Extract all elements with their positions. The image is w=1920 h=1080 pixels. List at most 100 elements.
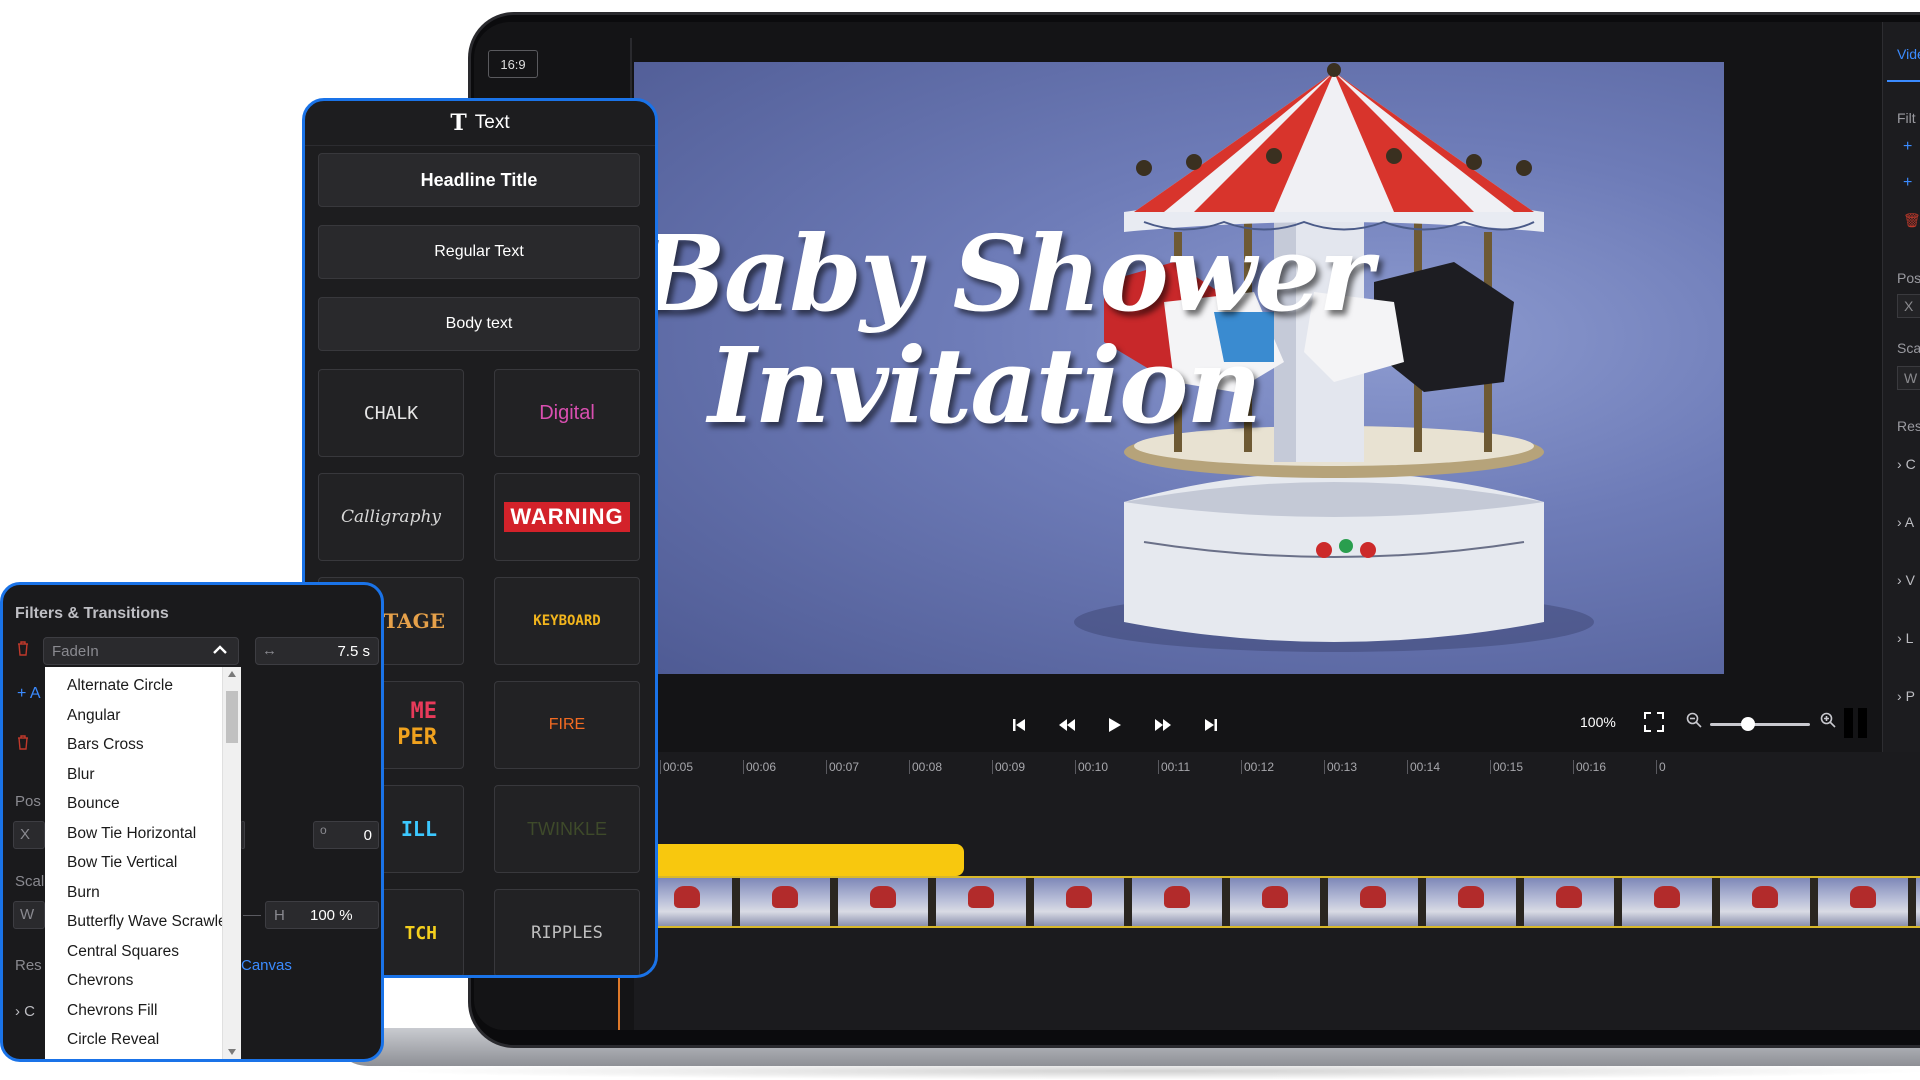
skip-to-end-icon[interactable] (1196, 710, 1226, 740)
text-panel-header: T Text (305, 101, 655, 146)
timeline-tick: 00:13 (1324, 760, 1357, 774)
preset-digital[interactable]: Digital (494, 369, 640, 457)
preset-twinkle-label: TWINKLE (526, 818, 607, 839)
scale-h-value: 100 % (310, 907, 353, 924)
transition-option[interactable]: Circle Reveal (67, 1031, 159, 1049)
collapsed-item-3[interactable]: › V (1897, 572, 1915, 588)
trash-icon[interactable] (17, 735, 29, 754)
scale-section-label: Sca (1897, 340, 1920, 356)
preview-title-line1: Baby Shower (638, 212, 1373, 335)
preset-fire-label: FIRE (548, 716, 586, 733)
play-icon[interactable] (1100, 710, 1130, 740)
filters-transitions-panel: Filters & Transitions FadeIn ↔ 7.5 s + A… (0, 582, 384, 1062)
preset-glitch-label: TCH (404, 922, 437, 944)
trash-icon[interactable] (17, 641, 31, 657)
transition-option[interactable]: Bow Tie Horizontal (67, 825, 196, 843)
video-thumbnail (1720, 878, 1810, 926)
video-thumbnail (1426, 878, 1516, 926)
timeline[interactable]: 00:05 00:06 00:07 00:08 00:09 00:10 00:11 00:12… (634, 752, 1920, 1030)
body-text-button[interactable]: Body text (318, 297, 640, 351)
resize-section-label: Res (1897, 418, 1920, 434)
add-transition-icon[interactable]: + (1903, 174, 1912, 192)
transition-option[interactable]: Chevrons Fill (67, 1002, 157, 1020)
headline-title-button[interactable]: Headline Title (318, 153, 640, 207)
collapsed-section[interactable]: › C (15, 1003, 35, 1020)
rotation-field[interactable]: o 0 (313, 821, 379, 849)
position-section-label: Pos (1897, 270, 1920, 286)
transition-option[interactable]: Bounce (67, 795, 120, 813)
preset-chalk[interactable]: CHALK (318, 369, 464, 457)
collapsed-item-5[interactable]: › P (1897, 688, 1915, 704)
transition-dropdown-list[interactable]: Circle Reveal Chevrons Fill Chevrons Centra… (45, 667, 241, 1059)
scale-w-field[interactable]: W (1897, 366, 1920, 390)
aspect-ratio-button[interactable]: 16:9 (488, 50, 538, 78)
collapsed-item-4[interactable]: › L (1897, 630, 1913, 646)
text-icon: T (450, 110, 467, 136)
trash-icon[interactable]: 🗑 (1903, 212, 1920, 229)
video-thumbnail (1132, 878, 1222, 926)
preset-chill-label: ILL (400, 817, 437, 841)
preset-fire[interactable]: FIRE (494, 681, 640, 769)
add-filter-icon[interactable]: + (1903, 138, 1912, 156)
chevron-up-icon[interactable] (212, 642, 228, 658)
transition-option[interactable]: Angular (67, 707, 120, 725)
skip-to-start-icon[interactable] (1004, 710, 1034, 740)
regular-text-button[interactable]: Regular Text (318, 225, 640, 279)
scale-link-line (243, 915, 261, 916)
preset-calligraphy[interactable]: Calligraphy (318, 473, 464, 561)
zoom-slider-handle[interactable] (1741, 717, 1755, 731)
text-clip[interactable] (634, 844, 964, 876)
video-track[interactable] (634, 876, 1920, 928)
transition-option[interactable]: Burn (67, 884, 100, 902)
timeline-tick: 00:09 (992, 760, 1025, 774)
dropdown-scroll-thumb[interactable] (226, 691, 238, 743)
duration-arrows-icon: ↔ (262, 642, 277, 659)
transition-option[interactable]: Butterfly Wave Scrawler (67, 913, 232, 931)
transition-option[interactable]: Chevrons (67, 972, 133, 990)
preset-game-over-line2: PER (397, 725, 437, 750)
zoom-in-icon[interactable] (1820, 712, 1836, 733)
dropdown-scrollbar[interactable] (222, 667, 241, 1059)
preset-keyboard-label: KEYBOARD (533, 613, 601, 629)
transition-option[interactable]: Central Squares (67, 943, 179, 961)
preset-keyboard[interactable]: KEYBOARD (494, 577, 640, 665)
scale-label: Scal (15, 873, 45, 890)
position-label: Pos (15, 793, 41, 810)
preset-ripples[interactable]: RIPPLES (494, 889, 640, 975)
timeline-tick: 00:08 (909, 760, 942, 774)
pause-icon[interactable] (1844, 708, 1870, 738)
filters-transitions-title: Filters & Transitions (15, 605, 169, 622)
video-thumbnail (1524, 878, 1614, 926)
fast-forward-icon[interactable] (1148, 710, 1178, 740)
preset-warning[interactable]: WARNING (494, 473, 640, 561)
transition-option[interactable]: Bars Cross (67, 736, 144, 754)
transition-option[interactable]: Bow Tie Vertical (67, 854, 177, 872)
rewind-icon[interactable] (1052, 710, 1082, 740)
fit-canvas-link[interactable]: Canvas (241, 957, 292, 974)
collapsed-item-1[interactable]: › C (1897, 456, 1916, 472)
collapsed-item-2[interactable]: › A (1897, 514, 1914, 530)
video-thumbnail (1230, 878, 1320, 926)
scale-w-field[interactable]: W (13, 901, 45, 929)
scroll-up-icon[interactable] (228, 671, 236, 677)
timeline-tick: 00:15 (1490, 760, 1523, 774)
transition-option[interactable]: Alternate Circle (67, 677, 173, 695)
scroll-down-icon[interactable] (228, 1049, 236, 1055)
add-transition-link[interactable]: + A (17, 685, 41, 703)
transition-duration-field[interactable]: ↔ 7.5 s (255, 637, 379, 665)
transition-select[interactable]: FadeIn (43, 637, 239, 665)
scale-h-prefix: H (274, 907, 285, 924)
position-x-field[interactable]: X (1897, 294, 1920, 318)
zoom-slider-track[interactable] (1710, 723, 1810, 726)
transition-option[interactable]: Blur (67, 766, 95, 784)
tab-video[interactable]: Vide (1897, 46, 1920, 62)
preset-ripples-label: RIPPLES (531, 923, 603, 943)
zoom-out-icon[interactable] (1686, 712, 1702, 733)
scale-h-field[interactable]: H 100 % (265, 901, 379, 929)
fullscreen-icon[interactable] (1642, 710, 1666, 734)
preset-vintage-label: TAGE (383, 609, 445, 633)
video-preview[interactable]: Baby Shower Invitation (634, 62, 1724, 674)
preset-twinkle[interactable]: TWINKLE (494, 785, 640, 873)
timeline-tick: 00:07 (826, 760, 859, 774)
position-x-field[interactable]: X (13, 821, 45, 849)
